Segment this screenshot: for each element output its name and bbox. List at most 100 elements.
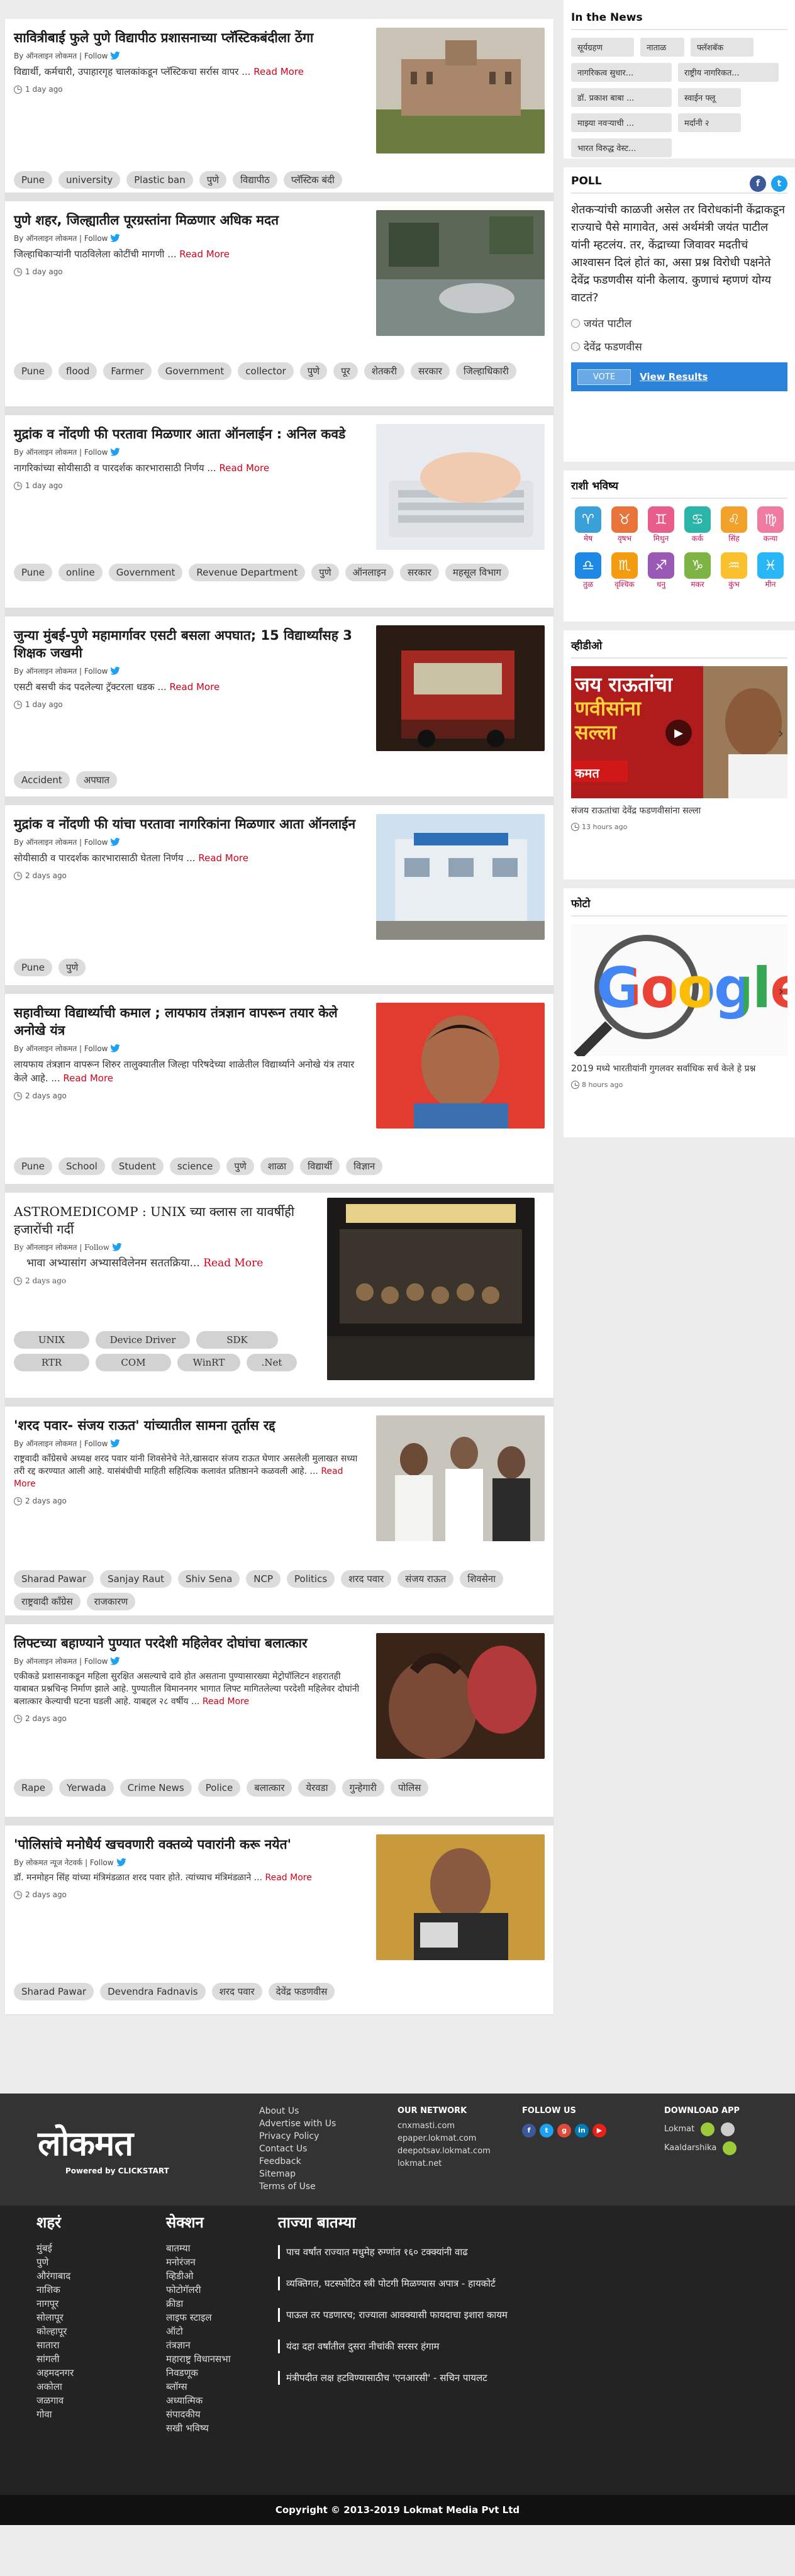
- zodiac-sign[interactable]: ♎ तुळ: [571, 552, 605, 589]
- read-more-link[interactable]: Read More: [203, 1697, 249, 1707]
- twitter-icon[interactable]: [110, 1657, 121, 1665]
- twitter-icon[interactable]: [110, 667, 121, 675]
- tag[interactable]: SDK: [196, 1331, 278, 1349]
- tag[interactable]: राष्ट्रवादी काँग्रेस: [14, 1593, 81, 1610]
- tag[interactable]: Pune: [14, 362, 53, 380]
- article-thumbnail[interactable]: [376, 625, 545, 751]
- section-link[interactable]: फोटोगॅलरी: [166, 2283, 260, 2297]
- radio-button[interactable]: [571, 342, 580, 351]
- tag[interactable]: Pune: [14, 171, 53, 189]
- next-arrow-icon[interactable]: ›: [778, 726, 784, 742]
- play-icon[interactable]: ▶: [665, 720, 692, 746]
- article-title[interactable]: जुन्या मुंबई-पुणे महामार्गावर एसटी बसला …: [14, 627, 366, 662]
- tag[interactable]: संजय राऊत: [398, 1570, 454, 1588]
- next-arrow-icon[interactable]: ›: [778, 984, 784, 1000]
- zodiac-sign[interactable]: ♌ सिंह: [717, 506, 751, 544]
- footer-link[interactable]: Terms of Use: [259, 2180, 336, 2193]
- google-plus-icon[interactable]: g: [557, 2124, 571, 2138]
- article-thumbnail[interactable]: [376, 28, 545, 153]
- article-title[interactable]: 'शरद पवार- संजय राऊत' यांच्यातील सामना त…: [14, 1417, 366, 1434]
- article-title[interactable]: सहावीच्या विद्यार्थ्याची कमाल ; लायफाय त…: [14, 1004, 366, 1039]
- twitter-icon[interactable]: [112, 1243, 122, 1251]
- city-link[interactable]: अकोला: [36, 2380, 74, 2394]
- tag[interactable]: येरवडा: [298, 1779, 336, 1797]
- article-card[interactable]: मुद्रांक व नोंदणी फी परतावा मिळणार आता ऑ…: [5, 415, 553, 616]
- tag[interactable]: पुणे: [226, 1157, 254, 1175]
- tag[interactable]: देवेंद्र फडणवीस: [268, 1983, 335, 2000]
- section-link[interactable]: संपादकीय: [166, 2407, 260, 2421]
- tag[interactable]: पुणे: [311, 564, 339, 581]
- latest-news-link[interactable]: पाऊल तर पडणारच; राज्याला आवक्यासी फायदाच…: [278, 2308, 769, 2322]
- read-more-link[interactable]: Read More: [170, 681, 220, 693]
- city-link[interactable]: औरंगाबाद: [36, 2269, 74, 2283]
- zodiac-icon[interactable]: ♎: [575, 552, 601, 579]
- zodiac-sign[interactable]: ♓ मीन: [753, 552, 787, 589]
- tag[interactable]: science: [169, 1157, 221, 1175]
- photo-thumbnail[interactable]: Google ›: [571, 924, 787, 1056]
- article-card[interactable]: सहावीच्या विद्यार्थ्याची कमाल ; लायफाय त…: [5, 994, 553, 1193]
- tag[interactable]: ऑनलाइन: [345, 564, 394, 581]
- twitter-icon[interactable]: [110, 1044, 121, 1052]
- tag[interactable]: शरद पवार: [341, 1570, 392, 1588]
- zodiac-icon[interactable]: ♋: [684, 506, 711, 533]
- facebook-icon[interactable]: f: [522, 2124, 536, 2138]
- tag[interactable]: Government: [108, 564, 183, 581]
- section-link[interactable]: महाराष्ट्र विधानसभा निवडणूक: [166, 2352, 260, 2380]
- youtube-icon[interactable]: ▶: [592, 2124, 606, 2138]
- tag[interactable]: प्लॅस्टिक बंदी: [283, 171, 342, 189]
- tag[interactable]: पूर: [333, 362, 358, 380]
- zodiac-sign[interactable]: ♊ मिथुन: [644, 506, 678, 544]
- apple-icon[interactable]: [721, 2122, 735, 2136]
- article-title[interactable]: लिफ्टच्या बहाण्याने पुण्यात परदेशी महिले…: [14, 1634, 366, 1652]
- section-link[interactable]: क्रीडा: [166, 2297, 260, 2311]
- tag[interactable]: collector: [238, 362, 294, 380]
- article-thumbnail[interactable]: [376, 1415, 545, 1541]
- footer-link[interactable]: Feedback: [259, 2155, 336, 2168]
- section-link[interactable]: तंत्रज्ञान: [166, 2338, 260, 2352]
- twitter-icon[interactable]: [110, 838, 121, 846]
- zodiac-sign[interactable]: ♈ मेष: [571, 506, 605, 544]
- zodiac-icon[interactable]: ♐: [648, 552, 674, 579]
- tag[interactable]: शिवसेना: [460, 1570, 503, 1588]
- news-tag[interactable]: भारत विरुद्ध वेस्ट...: [571, 138, 672, 157]
- tag[interactable]: Devendra Fadnavis: [100, 1983, 206, 2000]
- article-title[interactable]: पुणे शहर, जिल्ह्यातील पूरग्रस्तांना मिळण…: [14, 211, 366, 229]
- article-card[interactable]: सावित्रीबाई फुले पुणे विद्यापीठ प्रशासना…: [5, 19, 553, 201]
- tag[interactable]: Government: [157, 362, 232, 380]
- zodiac-icon[interactable]: ♈: [575, 506, 601, 533]
- tag[interactable]: बलात्कार: [247, 1779, 292, 1797]
- tag[interactable]: Police: [197, 1779, 241, 1797]
- city-link[interactable]: कोल्हापूर: [36, 2324, 74, 2338]
- section-link[interactable]: मनोरंजन: [166, 2255, 260, 2269]
- section-link[interactable]: सखी भविष्य: [166, 2421, 260, 2435]
- tag[interactable]: Student: [111, 1157, 164, 1175]
- zodiac-icon[interactable]: ♊: [648, 506, 674, 533]
- city-link[interactable]: मुंबई: [36, 2241, 74, 2255]
- tag[interactable]: RTR: [14, 1354, 89, 1371]
- twitter-icon[interactable]: [110, 52, 121, 60]
- tag[interactable]: flood: [58, 362, 97, 380]
- city-link[interactable]: सातारा: [36, 2338, 74, 2352]
- article-thumbnail[interactable]: [327, 1198, 535, 1380]
- app-link[interactable]: Lokmat: [664, 2122, 740, 2136]
- network-link[interactable]: lokmat.net: [398, 2158, 491, 2170]
- latest-news-link[interactable]: पाच वर्षांत राज्यात मधुमेह रुग्णांत १६० …: [278, 2245, 769, 2259]
- zodiac-sign[interactable]: ♍ कन्या: [753, 506, 787, 544]
- zodiac-sign[interactable]: ♉ वृषभ: [608, 506, 642, 544]
- tag[interactable]: राजकारण: [86, 1593, 136, 1610]
- article-thumbnail[interactable]: [376, 1834, 545, 1960]
- zodiac-sign[interactable]: ♑ मकर: [681, 552, 714, 589]
- news-tag[interactable]: माझ्या नवऱ्याची ...: [571, 113, 672, 132]
- zodiac-icon[interactable]: ♓: [757, 552, 784, 579]
- network-link[interactable]: deepotsav.lokmat.com: [398, 2145, 491, 2158]
- city-link[interactable]: पुणे: [36, 2255, 74, 2269]
- news-tag[interactable]: राष्ट्रीय नागरिकत...: [678, 63, 779, 82]
- tag[interactable]: Revenue Department: [189, 564, 306, 581]
- tag[interactable]: शरद पवार: [211, 1983, 262, 2000]
- twitter-icon[interactable]: t: [540, 2124, 553, 2138]
- photo-caption[interactable]: 2019 मध्ये भारतीयांनी गुगलवर सर्वाधिक सर…: [571, 1062, 787, 1074]
- vote-button[interactable]: VOTE: [577, 369, 631, 385]
- facebook-icon[interactable]: f: [750, 176, 766, 192]
- footer-link[interactable]: Privacy Policy: [259, 2130, 336, 2143]
- tag[interactable]: Plastic ban: [126, 171, 193, 189]
